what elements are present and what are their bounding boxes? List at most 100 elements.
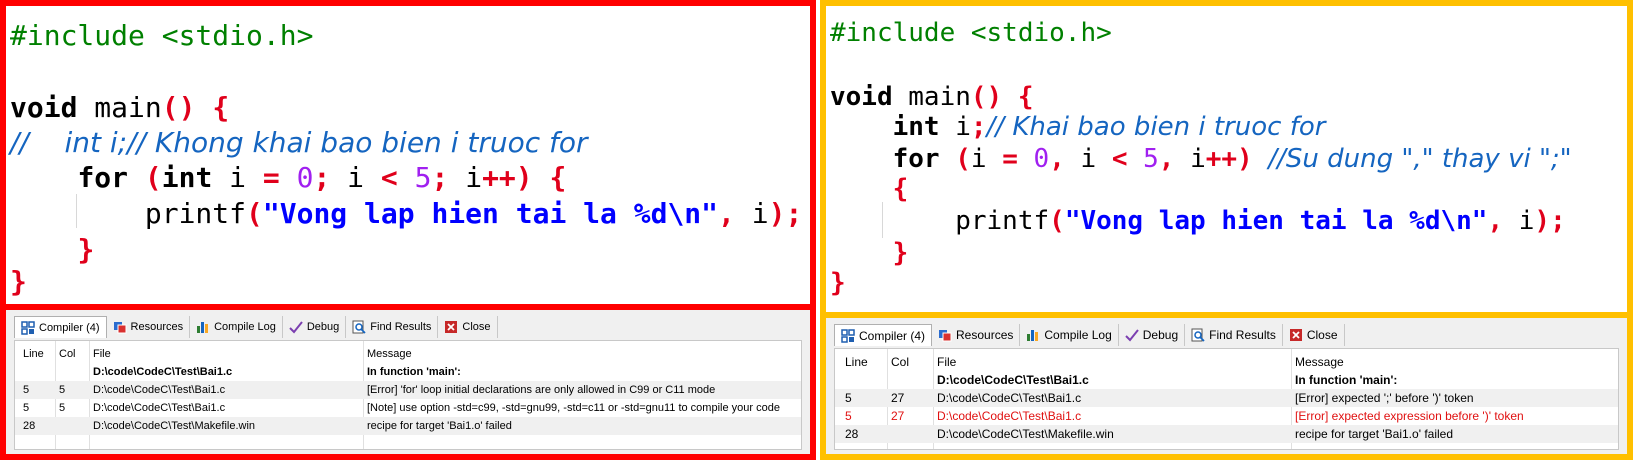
tab-compile-log[interactable]: Compile Log [1020, 324, 1119, 346]
cell-file: D:\code\CodeC\Test\Bai1.c [937, 391, 1082, 405]
column-header-file[interactable]: File [937, 355, 956, 369]
tab-compiler-4[interactable]: Compiler (4) [14, 316, 107, 338]
column-header-file[interactable]: File [93, 348, 111, 360]
code-line: void main() { [830, 84, 1034, 110]
tab-label: Compiler (4) [39, 321, 100, 334]
table-row[interactable]: D:\code\CodeC\Test\Bai1.c In function 'ma… [835, 371, 1618, 389]
tab-label: Resources [130, 321, 184, 333]
code-comment: // int i;// Khong khai bao bien i truoc … [10, 126, 588, 159]
code-token: , [1158, 144, 1175, 174]
tab-label: Find Results [1209, 328, 1276, 342]
code-line: } [10, 268, 27, 296]
tab-debug[interactable]: Debug [283, 316, 347, 338]
cell-col: 27 [891, 409, 905, 423]
messages-pane: Compiler (4) Resources Compile Log Debug Fin… [826, 318, 1627, 454]
tab-compile-log[interactable]: Compile Log [190, 316, 283, 338]
find-results-icon [352, 320, 366, 334]
code-token: void [830, 82, 893, 112]
code-token: i [1064, 144, 1112, 174]
tab-find-results[interactable]: Find Results [1185, 324, 1283, 346]
table-header: Line Col File Message [15, 345, 801, 363]
code-line: int i;// Khai bao bien i truoc for [830, 112, 1326, 142]
table-row[interactable]: 5 5 D:\code\CodeC\Test\Bai1.c [Note] use op… [15, 399, 801, 417]
column-header-col[interactable]: Col [891, 355, 909, 369]
code-editor[interactable]: #include <stdio.h> void main() {// int i;… [6, 6, 810, 304]
cell-file: D:\code\CodeC\Test\Bai1.c [93, 366, 233, 378]
cell-line: 5 [845, 409, 852, 423]
code-token: < [380, 161, 398, 194]
code-token: } [10, 265, 27, 298]
code-token: void [10, 91, 78, 124]
code-token: ( [144, 161, 162, 194]
code-token: ; [313, 161, 331, 194]
code-token: < [1111, 144, 1128, 174]
cell-file: D:\code\CodeC\Test\Bai1.c [93, 402, 226, 414]
table-row[interactable]: 28 D:\code\CodeC\Test\Makefile.win recipe … [15, 417, 801, 435]
code-token: "Vong lap hien tai la %d\n" [262, 197, 719, 230]
compile-log-chart-icon [1026, 328, 1040, 342]
debug-check-icon [289, 320, 303, 334]
tab-label: Compiler (4) [859, 328, 926, 343]
code-token: ; [970, 112, 987, 142]
tab-close[interactable]: Close [438, 316, 498, 338]
compiler-messages-table: Line Col File Message D:\code\CodeC\Test\Bai… [14, 340, 802, 450]
column-header-message[interactable]: Message [367, 348, 412, 360]
code-token: ++) [482, 161, 533, 194]
code-token: i [939, 112, 971, 142]
close-icon [444, 320, 458, 334]
tab-label: Find Results [370, 321, 432, 333]
code-token: } [830, 268, 846, 298]
column-header-line[interactable]: Line [845, 355, 868, 369]
code-token: } [77, 233, 95, 266]
code-token: for [892, 144, 940, 174]
code-token: main [77, 91, 162, 124]
column-header-col[interactable]: Col [59, 348, 76, 360]
code-token: int [161, 161, 213, 194]
code-token: i [970, 144, 1003, 174]
cell-message: In function 'main': [367, 366, 461, 378]
compiler-grid-icon [21, 320, 35, 335]
code-line: } [830, 238, 909, 268]
code-token: } [892, 238, 909, 268]
code-token: 5 [414, 161, 432, 194]
close-icon [1289, 328, 1303, 342]
table-row[interactable]: 5 27 D:\code\CodeC\Test\Bai1.c [Error] expe… [835, 389, 1618, 407]
tab-find-results[interactable]: Find Results [346, 316, 439, 338]
cell-line: 5 [845, 391, 852, 405]
debug-check-icon [1125, 328, 1139, 342]
code-token: for [77, 161, 129, 194]
code-editor[interactable]: #include <stdio.h> void main() { int i;//… [826, 6, 1627, 304]
cell-line: 5 [23, 402, 30, 414]
code-token: , [1049, 144, 1065, 174]
code-line: printf("Vong lap hien tai la %d\n", i); [830, 208, 1566, 234]
tab-debug[interactable]: Debug [1119, 324, 1186, 346]
table-row[interactable]: 5 27 D:\code\CodeC\Test\Bai1.c [Error] expe… [835, 407, 1618, 425]
table-row[interactable]: D:\code\CodeC\Test\Bai1.c In function 'ma… [15, 363, 801, 381]
tab-compiler-4[interactable]: Compiler (4) [834, 324, 933, 346]
code-token: printf [830, 206, 1050, 236]
messages-tabs: Compiler (4) Resources Compile Log Debug Fin… [834, 324, 1345, 346]
tab-resources[interactable]: Resources [932, 324, 1021, 346]
code-token: = [262, 161, 280, 194]
tab-resources[interactable]: Resources [107, 316, 191, 338]
column-header-message[interactable]: Message [1295, 355, 1344, 369]
code-comment: // Khai bao bien i truoc for [986, 112, 1326, 142]
cell-col: 27 [891, 391, 905, 405]
code-token: i [1174, 144, 1206, 174]
code-token: ( [955, 144, 971, 174]
cell-message: [Error] expected ';' before ')' token [1295, 391, 1474, 405]
code-comment: //Su dung "," thay vi ";" [1268, 144, 1572, 174]
table-row[interactable]: 28 D:\code\CodeC\Test\Makefile.win recipe … [835, 425, 1618, 443]
code-token: 5 [1143, 144, 1159, 174]
tab-close[interactable]: Close [1283, 324, 1345, 346]
messages-pane: Compiler (4) Resources Compile Log Debug Fin… [6, 310, 810, 454]
table-row[interactable]: 5 5 D:\code\CodeC\Test\Bai1.c [Error] 'for'… [15, 381, 801, 399]
cell-file: D:\code\CodeC\Test\Makefile.win [937, 427, 1114, 441]
column-header-line[interactable]: Line [23, 348, 44, 360]
